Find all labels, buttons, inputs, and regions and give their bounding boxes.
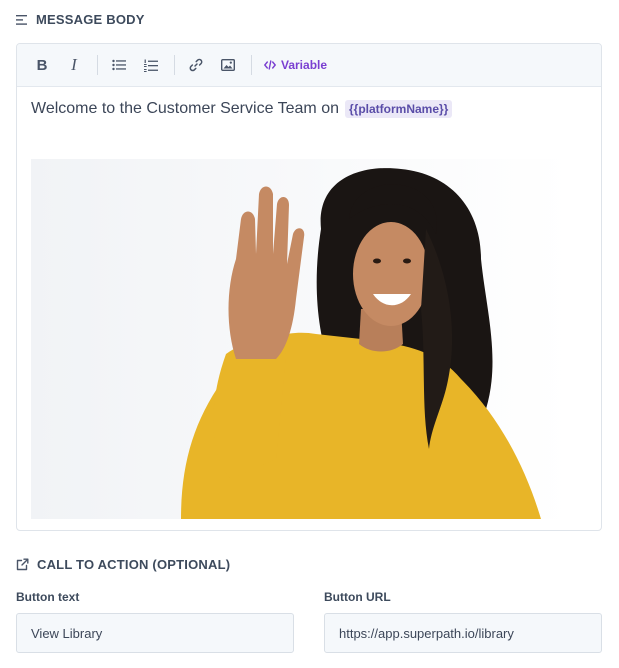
button-text-label: Button text — [16, 590, 80, 604]
image-button[interactable] — [215, 52, 241, 78]
message-body-heading: MESSAGE BODY — [36, 12, 145, 27]
link-icon — [189, 58, 203, 72]
body-text: Welcome to the Customer Service Team on — [31, 100, 339, 117]
editor-toolbar: B I Variable — [17, 44, 601, 87]
bullet-list-icon — [112, 59, 126, 71]
italic-icon: I — [71, 55, 77, 74]
message-body-header: MESSAGE BODY — [16, 12, 145, 27]
toolbar-divider — [97, 55, 98, 75]
woman-waving-photo[interactable] — [31, 159, 571, 519]
button-url-label: Button URL — [324, 590, 391, 604]
button-text-input[interactable] — [16, 613, 294, 653]
numbered-list-icon — [144, 59, 158, 72]
rich-text-editor[interactable]: B I Variable Welcome to the Customer Ser… — [16, 43, 602, 531]
bullet-list-button[interactable] — [106, 52, 132, 78]
insert-variable-button[interactable]: Variable — [260, 54, 331, 76]
bold-button[interactable]: B — [29, 52, 55, 78]
toolbar-divider — [174, 55, 175, 75]
variable-label: Variable — [281, 58, 328, 72]
call-to-action-header: CALL TO ACTION (OPTIONAL) — [16, 557, 230, 572]
bold-icon: B — [36, 56, 48, 74]
link-button[interactable] — [183, 52, 209, 78]
image-icon — [221, 59, 235, 71]
call-to-action-heading: CALL TO ACTION (OPTIONAL) — [37, 557, 231, 572]
code-icon — [264, 60, 276, 70]
italic-button[interactable]: I — [61, 52, 87, 78]
numbered-list-button[interactable] — [138, 52, 164, 78]
button-url-input[interactable] — [324, 613, 602, 653]
toolbar-divider — [251, 55, 252, 75]
external-link-icon — [16, 558, 29, 571]
text-align-left-icon — [16, 14, 28, 25]
platform-name-variable-chip[interactable]: {{platformName}} — [344, 100, 453, 118]
editor-content[interactable]: Welcome to the Customer Service Team on … — [31, 100, 453, 118]
